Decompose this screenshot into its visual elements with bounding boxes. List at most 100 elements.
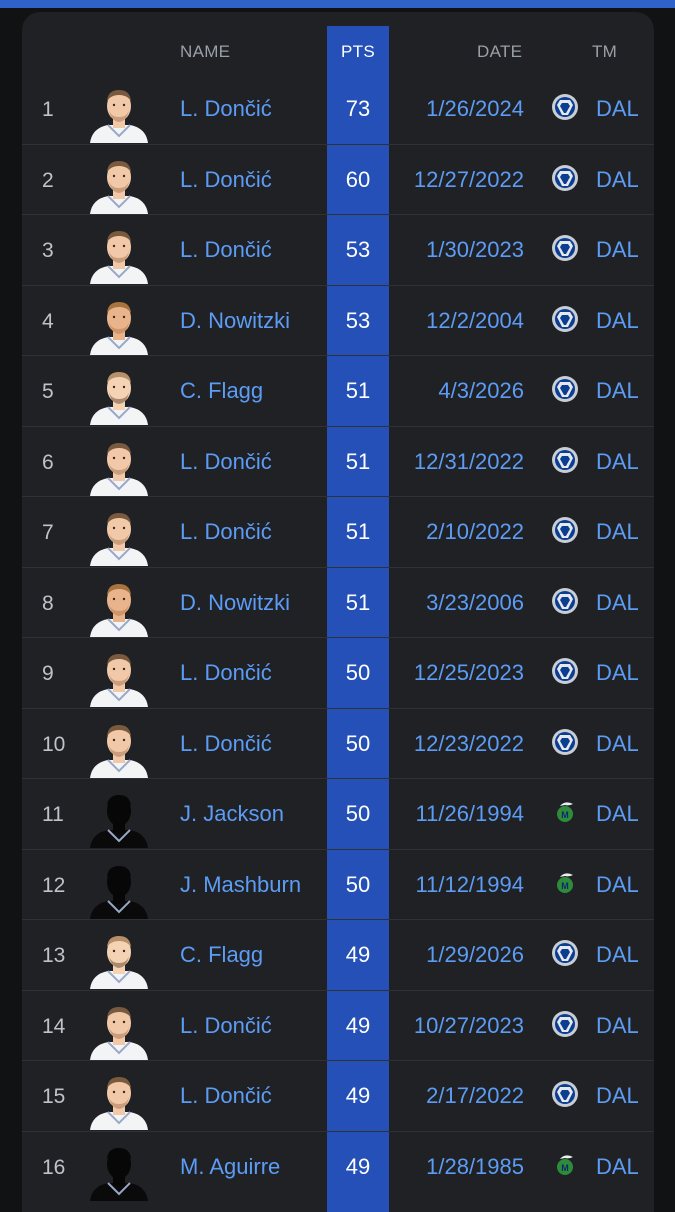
team-link[interactable]: DAL	[596, 731, 639, 757]
game-date-link[interactable]: 11/12/1994	[416, 872, 524, 898]
player-name-link[interactable]: M. Aguirre	[180, 1154, 280, 1180]
player-name-link[interactable]: C. Flagg	[180, 378, 263, 404]
player-name-link[interactable]: J. Jackson	[180, 801, 284, 827]
player-avatar	[84, 932, 154, 989]
team-link[interactable]: DAL	[596, 801, 639, 827]
player-name-link[interactable]: L. Dončić	[180, 731, 272, 757]
rank-number: 13	[42, 944, 66, 967]
rank-number: 12	[42, 873, 66, 897]
table-row[interactable]: 16 M. Aguirre 49 1/28/1985 M DAL	[22, 1130, 654, 1202]
table-row[interactable]: 7 L. Dončić 51 2/10/2022 DAL	[22, 496, 654, 567]
header-tm[interactable]: TM	[592, 42, 617, 62]
team-link[interactable]: DAL	[596, 237, 639, 263]
team-link[interactable]: DAL	[596, 96, 639, 122]
header-pts[interactable]: PTS	[327, 42, 389, 62]
game-date-link[interactable]: 2/17/2022	[426, 1083, 524, 1109]
player-name-link[interactable]: D. Nowitzki	[180, 590, 290, 616]
player-name-link[interactable]: L. Dončić	[180, 96, 272, 122]
points-value: 51	[345, 378, 371, 403]
team-link[interactable]: DAL	[596, 449, 639, 475]
mavs-modern-logo-icon	[551, 446, 579, 474]
game-date-link[interactable]: 1/30/2023	[426, 237, 524, 263]
player-name-link[interactable]: L. Dončić	[180, 1083, 272, 1109]
leaderboard-table: NAME PTS DATE TM 1 L. Dončić 73 1/26/202…	[22, 12, 654, 1212]
game-date-link[interactable]: 12/25/2023	[414, 660, 524, 686]
team-link[interactable]: DAL	[596, 942, 639, 968]
game-date-link[interactable]: 4/3/2026	[438, 378, 524, 404]
table-row[interactable]: 2 L. Dončić 60 12/27/2022 DAL	[22, 143, 654, 215]
rank-number: 3	[42, 239, 54, 262]
points-value: 51	[345, 589, 371, 615]
game-date-link[interactable]: 1/26/2024	[426, 96, 524, 122]
table-row[interactable]: 11 J. Jackson 50 11/26/1994 M DAL	[22, 778, 654, 849]
player-avatar	[84, 650, 154, 707]
table-body: 1 L. Dončić 73 1/26/2024 DAL 2 L. Dončić…	[22, 74, 654, 1201]
table-row[interactable]: 15 L. Dončić 49 2/17/2022 DAL	[22, 1060, 654, 1131]
game-date-link[interactable]: 12/23/2022	[414, 731, 524, 757]
points-value: 60	[345, 166, 371, 192]
game-date-link[interactable]: 1/28/1985	[426, 1154, 524, 1180]
points-value: 50	[345, 801, 371, 826]
game-date-link[interactable]: 12/27/2022	[414, 167, 524, 193]
table-row[interactable]: 6 L. Dončić 51 12/31/2022 DAL	[22, 425, 654, 497]
player-name-link[interactable]: L. Dončić	[180, 167, 272, 193]
table-row[interactable]: 4 D. Nowitzki 53 12/2/2004 DAL	[22, 284, 654, 356]
table-row[interactable]: 12 J. Mashburn 50 11/12/1994 M DAL	[22, 848, 654, 920]
player-avatar	[84, 791, 154, 848]
player-avatar	[84, 298, 154, 355]
rank-number: 16	[42, 1155, 66, 1179]
table-row[interactable]: 14 L. Dončić 49 10/27/2023 DAL	[22, 989, 654, 1061]
game-date-link[interactable]: 3/23/2006	[426, 590, 524, 616]
game-date-link[interactable]: 2/10/2022	[426, 519, 524, 545]
mavs-modern-logo-icon	[551, 375, 579, 403]
player-avatar	[84, 227, 154, 284]
player-avatar	[84, 439, 154, 496]
game-date-link[interactable]: 1/29/2026	[426, 942, 524, 968]
team-link[interactable]: DAL	[596, 308, 639, 334]
header-name[interactable]: NAME	[180, 42, 230, 62]
mavs-modern-logo-icon	[551, 1010, 579, 1038]
team-link[interactable]: DAL	[596, 378, 639, 404]
rank-number: 4	[42, 309, 54, 333]
mavs-modern-logo-icon	[551, 657, 579, 685]
player-name-link[interactable]: C. Flagg	[180, 942, 263, 968]
game-date-link[interactable]: 11/26/1994	[416, 801, 524, 827]
header-date[interactable]: DATE	[477, 42, 522, 62]
game-date-link[interactable]: 12/2/2004	[426, 308, 524, 334]
points-value: 49	[345, 1012, 371, 1038]
game-date-link[interactable]: 10/27/2023	[414, 1013, 524, 1039]
table-row[interactable]: 8 D. Nowitzki 51 3/23/2006 DAL	[22, 566, 654, 638]
player-name-link[interactable]: L. Dončić	[180, 1013, 272, 1039]
team-link[interactable]: DAL	[596, 590, 639, 616]
team-link[interactable]: DAL	[596, 660, 639, 686]
team-link[interactable]: DAL	[596, 519, 639, 545]
player-avatar	[84, 157, 154, 214]
mavs-modern-logo-icon	[551, 939, 579, 967]
team-link[interactable]: DAL	[596, 1013, 639, 1039]
player-name-link[interactable]: J. Mashburn	[180, 872, 301, 898]
table-row[interactable]: 13 C. Flagg 49 1/29/2026 DAL	[22, 919, 654, 990]
table-row[interactable]: 5 C. Flagg 51 4/3/2026 DAL	[22, 355, 654, 426]
table-row[interactable]: 10 L. Dončić 50 12/23/2022 DAL	[22, 707, 654, 779]
player-avatar	[84, 368, 154, 425]
mavs-modern-logo-icon	[551, 305, 579, 333]
table-row[interactable]: 3 L. Dončić 53 1/30/2023 DAL	[22, 214, 654, 285]
rank-number: 7	[42, 521, 54, 544]
table-row[interactable]: 1 L. Dončić 73 1/26/2024 DAL	[22, 74, 654, 144]
player-name-link[interactable]: D. Nowitzki	[180, 308, 290, 334]
team-link[interactable]: DAL	[596, 167, 639, 193]
rank-number: 6	[42, 450, 54, 474]
player-name-link[interactable]: L. Dončić	[180, 237, 272, 263]
team-link[interactable]: DAL	[596, 872, 639, 898]
player-name-link[interactable]: L. Dončić	[180, 519, 272, 545]
points-value: 51	[345, 448, 371, 474]
team-link[interactable]: DAL	[596, 1083, 639, 1109]
player-name-link[interactable]: L. Dončić	[180, 660, 272, 686]
mavs-modern-logo-icon	[551, 164, 579, 192]
player-name-link[interactable]: L. Dončić	[180, 449, 272, 475]
svg-text:M: M	[561, 881, 569, 891]
mavs-modern-logo-icon	[551, 93, 579, 121]
team-link[interactable]: DAL	[596, 1154, 639, 1180]
table-row[interactable]: 9 L. Dončić 50 12/25/2023 DAL	[22, 637, 654, 708]
game-date-link[interactable]: 12/31/2022	[414, 449, 524, 475]
